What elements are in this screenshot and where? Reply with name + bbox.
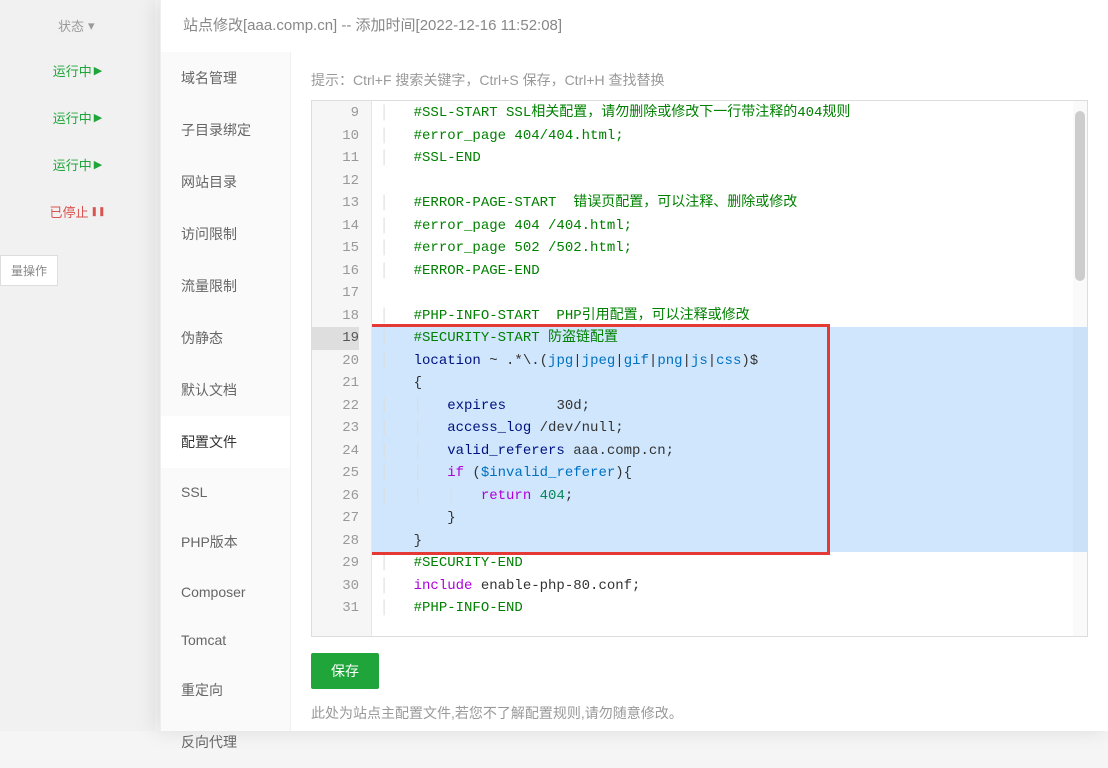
modal-content: 提示：Ctrl+F 搜索关键字，Ctrl+S 保存，Ctrl+H 查找替换 91…	[291, 52, 1108, 731]
gutter-line: 22	[312, 395, 359, 418]
gutter-line: 29	[312, 552, 359, 575]
code-line[interactable]: │ #SECURITY-END	[372, 552, 1087, 575]
scrollbar-thumb[interactable]	[1075, 111, 1085, 281]
sidebar-item-4[interactable]: 流量限制	[161, 260, 290, 312]
code-editor[interactable]: 9101112131415161718192021222324252627282…	[311, 100, 1088, 637]
status-running[interactable]: 运行中▶	[49, 47, 105, 94]
code-line[interactable]: │ #SSL-START SSL相关配置，请勿删除或修改下一行带注释的404规则	[372, 102, 1087, 125]
save-button[interactable]: 保存	[311, 653, 379, 689]
status-column-header[interactable]: 状态 ▾	[0, 8, 95, 47]
gutter-line: 12	[312, 170, 359, 193]
gutter-line: 25	[312, 462, 359, 485]
play-icon: ▶	[94, 64, 102, 77]
code-line[interactable]: │ │ │ return 404;	[372, 485, 1087, 508]
gutter-line: 9	[312, 102, 359, 125]
gutter-line: 13	[312, 192, 359, 215]
status-stopped[interactable]: 已停止❚❚	[49, 188, 105, 235]
pause-icon: ❚❚	[90, 206, 105, 217]
gutter-line: 17	[312, 282, 359, 305]
code-line[interactable]: }	[372, 507, 1087, 530]
sidebar-item-1[interactable]: 子目录绑定	[161, 104, 290, 156]
code-line[interactable]: │ │ valid_referers aaa.comp.cn;	[372, 440, 1087, 463]
gutter-line: 26	[312, 485, 359, 508]
editor-hint: 提示：Ctrl+F 搜索关键字，Ctrl+S 保存，Ctrl+H 查找替换	[311, 70, 1088, 90]
sidebar-item-6[interactable]: 默认文档	[161, 364, 290, 416]
config-warning: 此处为站点主配置文件,若您不了解配置规则,请勿随意修改。	[311, 703, 1088, 723]
sidebar-item-5[interactable]: 伪静态	[161, 312, 290, 364]
code-line[interactable]: │ #PHP-INFO-START PHP引用配置，可以注释或修改	[372, 305, 1087, 328]
sidebar-item-10[interactable]: Composer	[161, 568, 290, 616]
code-line[interactable]: }	[372, 530, 1087, 553]
code-line[interactable]: │ include enable-php-80.conf;	[372, 575, 1087, 598]
code-line[interactable]: │ #error_page 404 /404.html;	[372, 215, 1087, 238]
sidebar-item-9[interactable]: PHP版本	[161, 516, 290, 568]
modal-title: 站点修改[aaa.comp.cn] -- 添加时间[2022-12-16 11:…	[161, 0, 1108, 52]
modal-sidebar: 域名管理子目录绑定网站目录访问限制流量限制伪静态默认文档配置文件SSLPHP版本…	[161, 52, 291, 731]
gutter-line: 19	[312, 327, 359, 350]
sidebar-item-13[interactable]: 反向代理	[161, 716, 290, 768]
code-line[interactable]	[372, 282, 1087, 305]
gutter-line: 28	[312, 530, 359, 553]
status-pane: 状态 ▾ 运行中▶运行中▶运行中▶已停止❚❚ 量操作	[0, 0, 155, 731]
site-modal: 站点修改[aaa.comp.cn] -- 添加时间[2022-12-16 11:…	[160, 0, 1108, 731]
gutter-line: 16	[312, 260, 359, 283]
code-line[interactable]: │ #error_page 502 /502.html;	[372, 237, 1087, 260]
vertical-scrollbar[interactable]	[1073, 101, 1087, 636]
status-running[interactable]: 运行中▶	[49, 94, 105, 141]
sidebar-item-2[interactable]: 网站目录	[161, 156, 290, 208]
gutter-line: 21	[312, 372, 359, 395]
editor-gutter: 9101112131415161718192021222324252627282…	[312, 101, 372, 636]
play-icon: ▶	[94, 111, 102, 124]
sidebar-item-3[interactable]: 访问限制	[161, 208, 290, 260]
sidebar-item-7[interactable]: 配置文件	[161, 416, 290, 468]
code-line[interactable]: │ │ access_log /dev/null;	[372, 417, 1087, 440]
code-line[interactable]: │ #error_page 404/404.html;	[372, 125, 1087, 148]
code-line[interactable]: │ #ERROR-PAGE-END	[372, 260, 1087, 283]
sidebar-item-12[interactable]: 重定向	[161, 664, 290, 716]
gutter-line: 15	[312, 237, 359, 260]
code-line[interactable]: │ location ~ .*\.(jpg|jpeg|gif|png|js|cs…	[372, 350, 1087, 373]
code-line[interactable]: │ #SECURITY-START 防盗链配置	[372, 327, 1087, 350]
code-line[interactable]: │ │ expires 30d;	[372, 395, 1087, 418]
gutter-line: 10	[312, 125, 359, 148]
gutter-line: 24	[312, 440, 359, 463]
gutter-line: 20	[312, 350, 359, 373]
gutter-line: 23	[312, 417, 359, 440]
gutter-line: 27	[312, 507, 359, 530]
batch-operate[interactable]: 量操作	[0, 255, 58, 286]
gutter-line: 18	[312, 305, 359, 328]
code-line[interactable]	[372, 170, 1087, 193]
gutter-line: 14	[312, 215, 359, 238]
editor-code[interactable]: │ #SSL-START SSL相关配置，请勿删除或修改下一行带注释的404规则…	[372, 101, 1087, 636]
gutter-line: 11	[312, 147, 359, 170]
gutter-line: 31	[312, 597, 359, 620]
gutter-line: 30	[312, 575, 359, 598]
status-running[interactable]: 运行中▶	[49, 141, 105, 188]
code-line[interactable]: │ #SSL-END	[372, 147, 1087, 170]
play-icon: ▶	[94, 158, 102, 171]
caret-down-icon: ▾	[88, 18, 95, 34]
code-line[interactable]: │ │ if ($invalid_referer){	[372, 462, 1087, 485]
sidebar-item-0[interactable]: 域名管理	[161, 52, 290, 104]
code-line[interactable]: │ #ERROR-PAGE-START 错误页配置，可以注释、删除或修改	[372, 192, 1087, 215]
sidebar-item-11[interactable]: Tomcat	[161, 616, 290, 664]
status-label: 状态	[58, 16, 84, 35]
code-line[interactable]: {	[372, 372, 1087, 395]
code-line[interactable]: │ #PHP-INFO-END	[372, 597, 1087, 620]
sidebar-item-8[interactable]: SSL	[161, 468, 290, 516]
